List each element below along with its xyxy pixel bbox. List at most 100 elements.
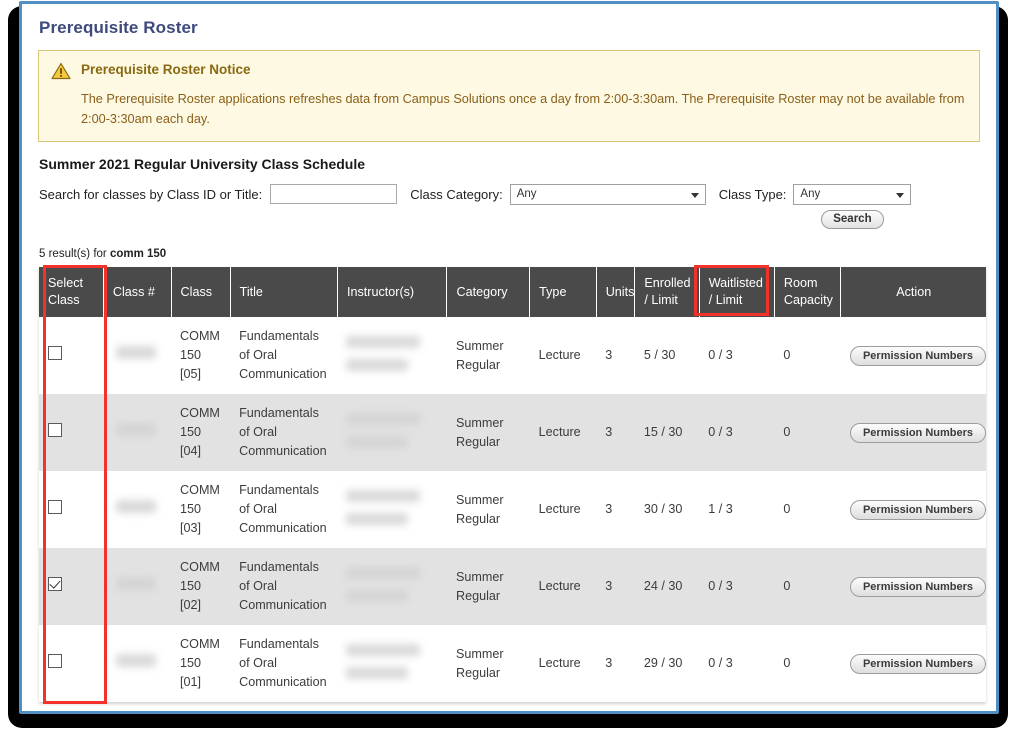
cell-action: Permission Numbers — [840, 394, 987, 471]
cell-class: COMM 150 [05] — [171, 317, 231, 394]
class-line: 150 — [180, 348, 202, 362]
cell-select-class — [39, 625, 104, 702]
cell-enrolled-limit: 29 / 30 — [634, 625, 700, 702]
cell-type: Lecture — [529, 471, 597, 548]
notice-header: Prerequisite Roster Notice — [51, 61, 967, 80]
cell-enrolled-limit: 15 / 30 — [634, 394, 700, 471]
class-line: [01] — [180, 675, 202, 689]
column-header-class-number: Class # — [103, 267, 172, 317]
cell-enrolled-limit: 30 / 30 — [634, 471, 700, 548]
header-line: / Limit — [708, 293, 743, 307]
table-row: COMM 150 [01] Fundamentals of Oral Communicat… — [39, 625, 987, 702]
column-header-action: Action — [840, 267, 986, 317]
cell-title: Fundamentals of Oral Communication — [230, 625, 338, 702]
category-line: Regular — [455, 511, 501, 526]
cell-type: Lecture — [529, 394, 597, 471]
cell-room-capacity: 0 — [774, 317, 841, 394]
page-title: Prerequisite Roster — [39, 18, 198, 37]
table-row: COMM 150 [05] Fundamentals of Oral Communicat… — [39, 317, 987, 394]
title-line: Communication — [239, 521, 327, 535]
roster-table-container: Select Class Class # Class Title Instruc… — [39, 265, 987, 704]
select-class-checkbox[interactable] — [48, 345, 62, 360]
redacted-instructor — [346, 566, 421, 579]
cell-instructors — [337, 625, 447, 702]
class-line: [05] — [180, 367, 202, 381]
cell-class-number — [103, 625, 172, 702]
redacted-class-number — [116, 500, 157, 513]
cell-class: COMM 150 [03] — [171, 471, 231, 548]
category-line: Regular — [455, 588, 501, 603]
result-count-prefix: 5 result(s) for — [39, 248, 110, 260]
cell-units: 3 — [596, 394, 635, 471]
cell-type: Lecture — [529, 548, 597, 625]
cell-instructors — [337, 394, 447, 471]
select-class-checkbox[interactable] — [48, 499, 62, 514]
class-line: 150 — [180, 579, 202, 593]
cell-waitlisted-limit: 0 / 3 — [699, 548, 775, 625]
search-controls: Search for classes by Class ID or Title:… — [39, 184, 980, 229]
permission-numbers-button[interactable]: Permission Numbers — [849, 576, 987, 597]
cell-type: Lecture — [529, 317, 597, 394]
permission-numbers-button[interactable]: Permission Numbers — [849, 499, 987, 520]
category-line: Regular — [455, 434, 501, 449]
cell-units: 3 — [596, 548, 635, 625]
redacted-instructor — [346, 512, 409, 525]
class-line: [03] — [180, 521, 202, 535]
cell-title: Fundamentals of Oral Communication — [230, 394, 338, 471]
cell-class-number — [103, 548, 172, 625]
screenshot-root: Prerequisite Roster Prerequisite Roster … — [0, 0, 1015, 734]
redacted-class-number — [116, 654, 157, 667]
redacted-class-number — [116, 577, 157, 590]
class-category-value: Any — [516, 188, 537, 200]
cell-select-class — [39, 471, 104, 548]
class-category-select[interactable]: Any — [509, 184, 706, 205]
select-class-checkbox[interactable] — [48, 576, 62, 591]
cell-select-class — [39, 317, 104, 394]
permission-numbers-button[interactable]: Permission Numbers — [849, 653, 987, 674]
cell-category: Summer Regular — [446, 471, 530, 548]
column-header-title: Title — [230, 267, 338, 317]
header-line: Capacity — [783, 293, 833, 307]
column-header-category: Category — [446, 267, 531, 317]
header-line: Class — [48, 293, 80, 307]
cell-class: COMM 150 [04] — [171, 394, 231, 471]
title-line: of Oral — [239, 502, 277, 516]
select-class-checkbox[interactable] — [48, 422, 62, 437]
class-type-group: Any Search — [793, 184, 912, 229]
schedule-heading: Summer 2021 Regular University Class Sch… — [39, 156, 366, 172]
cell-waitlisted-limit: 0 / 3 — [699, 394, 775, 471]
redacted-instructor — [346, 435, 409, 448]
cell-units: 3 — [596, 471, 635, 548]
title-line: of Oral — [239, 425, 277, 439]
cell-instructors — [337, 548, 447, 625]
title-line: Fundamentals — [239, 637, 319, 651]
search-input[interactable] — [270, 184, 398, 204]
roster-table: Select Class Class # Class Title Instruc… — [39, 267, 987, 702]
chevron-down-icon — [690, 193, 699, 198]
category-line: Summer — [455, 492, 504, 507]
select-class-checkbox[interactable] — [48, 653, 62, 668]
permission-numbers-button[interactable]: Permission Numbers — [849, 345, 987, 366]
class-line: COMM — [180, 406, 220, 420]
class-line: COMM — [180, 483, 220, 497]
cell-instructors — [337, 471, 447, 548]
header-line: Room — [783, 276, 818, 290]
category-line: Summer — [455, 338, 504, 353]
redacted-instructor — [346, 643, 421, 656]
class-type-select[interactable]: Any — [793, 184, 912, 205]
search-button[interactable]: Search — [821, 210, 884, 229]
cell-room-capacity: 0 — [774, 394, 841, 471]
table-row: COMM 150 [03] Fundamentals of Oral Communicat… — [39, 471, 987, 548]
cell-class: COMM 150 [02] — [171, 548, 231, 625]
column-header-select-class: Select Class — [39, 267, 104, 317]
class-line: COMM — [180, 560, 220, 574]
permission-numbers-button[interactable]: Permission Numbers — [849, 422, 987, 443]
title-line: Fundamentals — [239, 406, 319, 420]
cell-waitlisted-limit: 0 / 3 — [699, 625, 775, 702]
cell-class-number — [103, 471, 172, 548]
redacted-instructor — [346, 489, 421, 502]
cell-room-capacity: 0 — [774, 625, 841, 702]
class-type-value: Any — [800, 188, 821, 200]
title-line: Communication — [239, 675, 327, 689]
warning-triangle-icon — [51, 62, 71, 80]
